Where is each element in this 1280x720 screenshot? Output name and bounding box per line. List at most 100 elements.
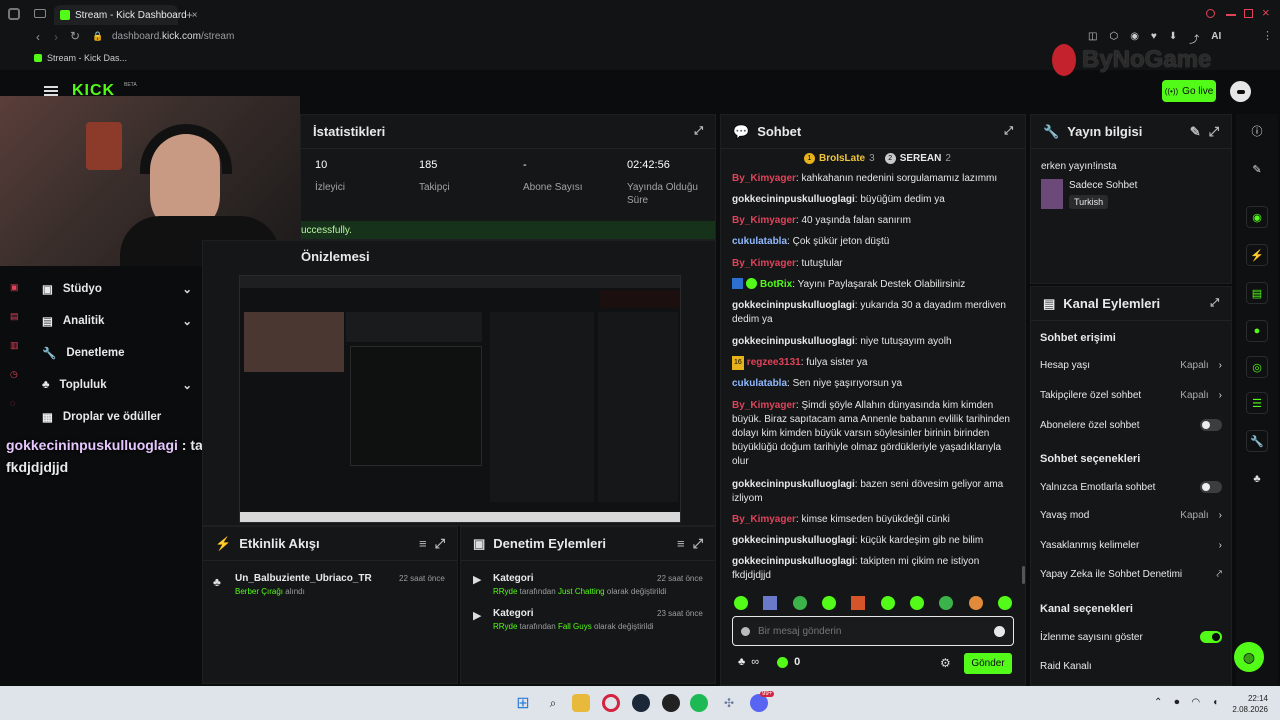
chat-user[interactable]: By_Kimyager <box>732 215 796 226</box>
emote-icon[interactable] <box>821 596 836 610</box>
chat-scrollbar[interactable] <box>1022 566 1025 584</box>
go-live-button[interactable]: ((•)) Go live <box>1162 80 1216 102</box>
chat-user[interactable]: gokkecininpuskulluoglagi <box>732 336 855 347</box>
chat-user[interactable]: gokkecininpuskulluoglagi <box>732 300 855 311</box>
emote-icon[interactable] <box>939 596 954 610</box>
heart-icon[interactable]: ♥ <box>1151 31 1157 46</box>
sidebar-item-studio[interactable]: ▣ Stüdyo ⌄ <box>42 280 192 298</box>
network-icon[interactable]: ◠ <box>1191 697 1200 708</box>
mini-clock-icon[interactable]: ◷ <box>10 369 19 380</box>
expand-icon[interactable]: ⤢ <box>1004 125 1013 138</box>
mini-bell-icon[interactable]: ◌ <box>10 398 19 408</box>
setting-subs-only[interactable]: Abonelere özel sohbet <box>1040 419 1222 431</box>
activity-user[interactable]: Un_Balbuziente_Ubriaco_TR <box>235 573 372 584</box>
chat-user[interactable]: gokkecininpuskulluoglagi <box>732 535 855 546</box>
emote-icon[interactable] <box>851 596 866 610</box>
app-icon[interactable]: ✣ <box>720 694 738 712</box>
ai-button[interactable]: AI <box>1211 31 1221 46</box>
users-icon[interactable]: ♣ <box>1246 468 1268 490</box>
setting-show-viewers[interactable]: İzlenme sayısını göster <box>1040 631 1222 643</box>
emotes-only-toggle[interactable] <box>1200 481 1222 493</box>
emote-icon[interactable] <box>997 596 1012 610</box>
tab-list-icon[interactable] <box>34 9 46 18</box>
subs-only-toggle[interactable] <box>1200 419 1222 431</box>
chat-input[interactable] <box>758 625 986 637</box>
chat-user[interactable]: By_Kimyager <box>732 258 796 269</box>
expand-icon[interactable]: ⤢ <box>435 536 445 552</box>
emote-icon[interactable] <box>763 596 778 610</box>
windows-start-icon[interactable]: ⊞ <box>514 694 532 712</box>
forward-icon[interactable]: › <box>54 30 58 44</box>
lightning-icon[interactable]: ⚡ <box>1246 244 1268 266</box>
stream-preview[interactable] <box>239 275 681 523</box>
emote-icon[interactable] <box>734 596 748 610</box>
back-icon[interactable]: ‹ <box>36 30 40 44</box>
expand-icon[interactable]: ⤢ <box>1210 297 1219 310</box>
chat-user[interactable]: By_Kimyager <box>732 400 796 411</box>
emote-icon[interactable] <box>909 596 924 610</box>
spotify-icon[interactable] <box>690 694 708 712</box>
more-icon[interactable]: ⋮ <box>1262 29 1273 42</box>
bookmark-stream[interactable]: Stream - Kick Das... <box>34 53 127 63</box>
chat-user[interactable]: gokkecininpuskulluoglagi <box>732 556 855 567</box>
maximize-icon[interactable] <box>1244 9 1253 18</box>
emote-picker-icon[interactable] <box>741 626 750 636</box>
menu-icon[interactable] <box>44 86 58 96</box>
list-icon[interactable]: ☰ <box>1246 392 1268 414</box>
file-explorer-icon[interactable] <box>572 694 590 712</box>
chevron-up-icon[interactable]: ⌃ <box>1154 697 1162 708</box>
sidebar-item-drops[interactable]: ▦ Droplar ve ödüller <box>42 408 192 426</box>
reload-icon[interactable]: ↻ <box>70 29 80 43</box>
clock[interactable]: 22:14 2.08.2026 <box>1222 693 1268 715</box>
extension-icon[interactable]: ⬡ <box>1109 31 1118 46</box>
edit-pencil-icon[interactable]: ✎ <box>1246 158 1268 180</box>
download-icon[interactable]: ⬇ <box>1169 31 1177 46</box>
smiley-icon[interactable] <box>994 625 1005 637</box>
emote-icon[interactable] <box>880 596 895 610</box>
avatar[interactable] <box>1230 81 1251 102</box>
opera-browser-icon[interactable] <box>602 694 620 712</box>
emote-icon[interactable] <box>792 596 807 610</box>
minimize-icon[interactable] <box>1226 14 1236 16</box>
setting-raid[interactable]: Raid Kanalı <box>1040 661 1222 672</box>
url-field[interactable]: dashboard.kick.com/stream <box>112 31 234 42</box>
search-icon[interactable]: ⌕ <box>544 694 562 712</box>
document-icon[interactable]: ▤ <box>1246 282 1268 304</box>
edit-pencil-icon[interactable]: ✎ <box>1190 124 1201 140</box>
obs-icon[interactable] <box>662 694 680 712</box>
sidebar-item-analytics[interactable]: ▤ Analitik ⌄ <box>42 312 192 330</box>
new-tab-button[interactable]: + <box>186 8 193 22</box>
sidebar-item-community[interactable]: ♣ Topluluk ⌄ <box>42 376 192 394</box>
chat-user[interactable]: cukulatabla <box>732 236 787 247</box>
search-icon[interactable] <box>1206 9 1215 18</box>
wrench-icon[interactable]: 🔧 <box>1246 430 1268 452</box>
mic-icon[interactable]: ⏺ <box>1174 697 1179 708</box>
emote-icon[interactable] <box>968 596 983 610</box>
chat-user[interactable]: gokkecininpuskulluoglagi <box>732 479 855 490</box>
stream-category[interactable]: Sadece Sohbet <box>1069 180 1137 191</box>
filter-icon[interactable]: ≡ <box>677 536 685 551</box>
info-icon[interactable]: ⓘ <box>1246 120 1268 142</box>
chat-icon[interactable]: ● <box>1246 320 1268 342</box>
sidebar-item-moderation[interactable]: 🔧 Denetleme <box>42 344 192 362</box>
settings-gear-icon[interactable]: ⚙ <box>940 656 951 670</box>
top-chatter-1[interactable]: 1 BroIsLate 3 <box>804 153 875 164</box>
users-icon[interactable]: ♣ <box>738 656 745 668</box>
steam-icon[interactable] <box>632 694 650 712</box>
share-icon[interactable]: ⤴ <box>1189 31 1199 46</box>
setting-emotes-only[interactable]: Yalnızca Emotlarla sohbet <box>1040 481 1222 493</box>
support-button[interactable]: ◍ <box>1234 642 1264 672</box>
camera-icon[interactable]: ◉ <box>1130 31 1139 46</box>
filter-icon[interactable]: ≡ <box>419 536 427 551</box>
top-chatter-2[interactable]: 2 SEREAN 2 <box>884 153 951 164</box>
expand-icon[interactable]: ⤢ <box>1209 124 1219 140</box>
send-button[interactable]: Gönder <box>964 653 1012 674</box>
screenshot-icon[interactable]: ◫ <box>1088 31 1097 46</box>
chat-user[interactable]: regzee3131 <box>747 357 801 368</box>
setting-account-age[interactable]: Hesap yaşı Kapalı › <box>1040 360 1222 371</box>
camera-rail-icon[interactable]: ◉ <box>1246 206 1268 228</box>
mini-twitch-icon[interactable]: ▥ <box>10 340 19 351</box>
setting-followers-only[interactable]: Takipçilere özel sohbet Kapalı › <box>1040 390 1222 401</box>
chat-input-box[interactable] <box>732 616 1014 646</box>
volume-icon[interactable]: ◖ <box>1212 697 1218 708</box>
